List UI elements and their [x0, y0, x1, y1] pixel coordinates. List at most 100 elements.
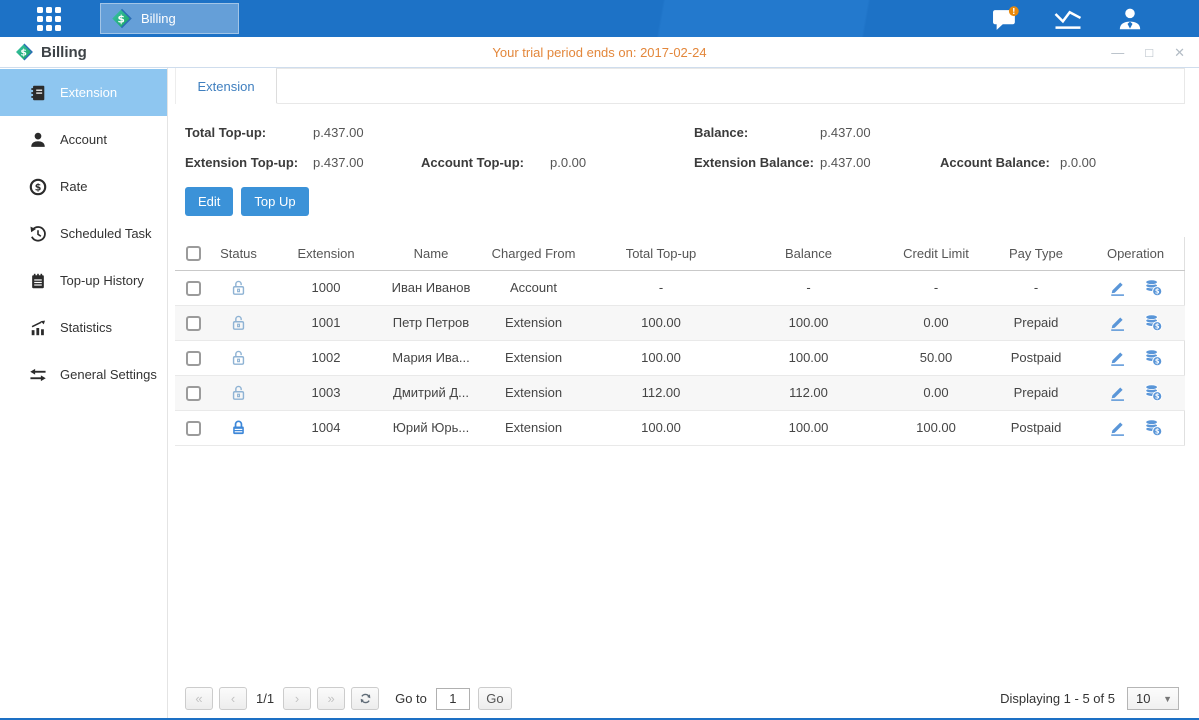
- goto-page-input[interactable]: [436, 688, 470, 710]
- balance-value: p.437.00: [820, 125, 940, 140]
- topup-history-icon: [29, 272, 47, 290]
- top-up-button[interactable]: Top Up: [241, 187, 308, 216]
- sidebar-item-statistics[interactable]: Statistics: [0, 304, 167, 351]
- cell-pay-type: Prepaid: [986, 375, 1086, 410]
- lock-open-icon: [229, 314, 248, 329]
- balance-label: Balance:: [694, 125, 820, 140]
- sidebar-item-label: Statistics: [60, 320, 112, 335]
- go-button[interactable]: Go: [478, 687, 512, 710]
- scheduled-task-icon: [29, 225, 47, 243]
- account-balance-value: p.0.00: [1060, 155, 1185, 170]
- cell-credit-limit: 100.00: [886, 410, 986, 445]
- svg-text:$: $: [20, 47, 26, 58]
- first-page-button[interactable]: «: [185, 687, 213, 710]
- total-topup-label: Total Top-up:: [185, 125, 313, 140]
- cell-name: Дмитрий Д...: [386, 375, 476, 410]
- cell-balance: 100.00: [731, 340, 886, 375]
- tab-extension-label: Extension: [197, 79, 254, 94]
- cell-extension: 1003: [266, 375, 386, 410]
- table-row[interactable]: 1002 Мария Ива... Extension 100.00 100.0…: [175, 340, 1185, 375]
- lock-open-icon: [229, 349, 248, 364]
- sidebar: Extension Account $ Rate Scheduled Task …: [0, 68, 168, 718]
- svg-text:$: $: [1155, 323, 1160, 331]
- topup-coins-icon[interactable]: $: [1144, 383, 1163, 402]
- edit-pencil-icon[interactable]: [1108, 348, 1127, 367]
- edit-pencil-icon[interactable]: [1108, 313, 1127, 332]
- sidebar-item-extension[interactable]: Extension: [0, 69, 167, 116]
- account-topup-value: p.0.00: [550, 155, 694, 170]
- refresh-button[interactable]: [351, 687, 379, 710]
- cell-balance: -: [731, 270, 886, 305]
- next-page-button[interactable]: ›: [283, 687, 311, 710]
- cell-charged-from: Extension: [476, 305, 591, 340]
- displaying-text: Displaying 1 - 5 of 5: [1000, 691, 1115, 706]
- topup-coins-icon[interactable]: $: [1144, 278, 1163, 297]
- edit-pencil-icon[interactable]: [1108, 383, 1127, 402]
- prev-page-button[interactable]: ‹: [219, 687, 247, 710]
- page-size-select[interactable]: 10 ▼: [1127, 687, 1179, 710]
- cell-name: Иван Иванов: [386, 270, 476, 305]
- total-topup-value: p.437.00: [313, 125, 421, 140]
- svg-text:$: $: [1155, 428, 1160, 436]
- svg-text:$: $: [1155, 393, 1160, 401]
- sidebar-item-rate[interactable]: $ Rate: [0, 163, 167, 210]
- table-row[interactable]: 1003 Дмитрий Д... Extension 112.00 112.0…: [175, 375, 1185, 410]
- lock-open-icon: [229, 279, 248, 294]
- topup-coins-icon[interactable]: $: [1144, 348, 1163, 367]
- topup-coins-icon[interactable]: $: [1144, 418, 1163, 437]
- statistics-icon: [29, 319, 47, 337]
- table-row[interactable]: 1004 Юрий Юрь... Extension 100.00 100.00…: [175, 410, 1185, 445]
- row-checkbox[interactable]: [186, 386, 201, 401]
- page-size-value: 10: [1128, 691, 1150, 706]
- chat-icon[interactable]: !: [990, 6, 1021, 32]
- row-checkbox[interactable]: [186, 421, 201, 436]
- goto-label: Go to: [395, 691, 427, 706]
- user-account-icon[interactable]: [1114, 6, 1145, 32]
- cell-balance: 100.00: [731, 410, 886, 445]
- table-header-row: StatusExtensionNameCharged FromTotal Top…: [175, 237, 1185, 270]
- cell-pay-type: -: [986, 270, 1086, 305]
- resource-monitor-icon[interactable]: [1052, 6, 1083, 32]
- sidebar-item-account[interactable]: Account: [0, 116, 167, 163]
- sidebar-item-label: Account: [60, 132, 107, 147]
- row-checkbox[interactable]: [186, 316, 201, 331]
- table-row[interactable]: 1001 Петр Петров Extension 100.00 100.00…: [175, 305, 1185, 340]
- app-grid-icon[interactable]: [37, 7, 61, 31]
- edit-pencil-icon[interactable]: [1108, 418, 1127, 437]
- select-all-checkbox[interactable]: [186, 246, 201, 261]
- row-checkbox[interactable]: [186, 281, 201, 296]
- pagination-bar: « ‹ 1/1 › » Go to Go Displaying: [185, 687, 1179, 710]
- cell-balance: 100.00: [731, 305, 886, 340]
- tab-extension[interactable]: Extension: [175, 68, 276, 104]
- svg-text:$: $: [1155, 288, 1160, 296]
- sidebar-item-label: Extension: [60, 85, 117, 100]
- refresh-icon: [358, 691, 373, 706]
- sidebar-item-scheduled-task[interactable]: Scheduled Task: [0, 210, 167, 257]
- main-panel: Extension Total Top-up: p.437.00 Balance…: [168, 68, 1199, 718]
- titlebar: $ Billing Your trial period ends on: 201…: [0, 37, 1199, 68]
- edit-button[interactable]: Edit: [185, 187, 233, 216]
- cell-charged-from: Extension: [476, 375, 591, 410]
- tab-strip-filler: [276, 68, 1185, 104]
- cell-pay-type: Prepaid: [986, 305, 1086, 340]
- close-icon[interactable]: ✕: [1174, 46, 1185, 59]
- sidebar-item-general-settings[interactable]: General Settings: [0, 351, 167, 398]
- topup-coins-icon[interactable]: $: [1144, 313, 1163, 332]
- billing-app-icon: $: [14, 42, 34, 62]
- minimize-icon[interactable]: —: [1111, 46, 1124, 59]
- edit-pencil-icon[interactable]: [1108, 278, 1127, 297]
- cell-credit-limit: 0.00: [886, 375, 986, 410]
- account-topup-label: Account Top-up:: [421, 155, 550, 170]
- last-page-button[interactable]: »: [317, 687, 345, 710]
- cell-balance: 112.00: [731, 375, 886, 410]
- table-row[interactable]: 1000 Иван Иванов Account - - - - $: [175, 270, 1185, 305]
- topbar-tab-billing[interactable]: $ Billing: [100, 3, 239, 34]
- window-title: Billing: [41, 44, 87, 61]
- maximize-icon[interactable]: □: [1145, 46, 1153, 59]
- extension-icon: [29, 84, 47, 102]
- row-checkbox[interactable]: [186, 351, 201, 366]
- column-header-charged-from: Charged From: [476, 237, 591, 270]
- cell-total-topup: 100.00: [591, 410, 731, 445]
- svg-text:$: $: [35, 182, 42, 193]
- sidebar-item-top-up-history[interactable]: Top-up History: [0, 257, 167, 304]
